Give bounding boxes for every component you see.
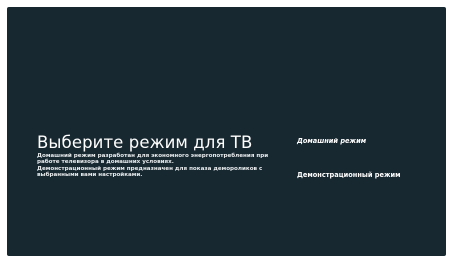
tv-setup-screen: Выберите режим для ТВ Домашний режим раз… (7, 7, 446, 256)
mode-menu: Домашний режим Демонстрационный режим (297, 7, 437, 256)
menu-item-home-mode[interactable]: Домашний режим (297, 137, 366, 145)
mode-description: Домашний режим разработан для экономного… (37, 153, 272, 179)
demo-mode-description: Демонстрационный режим предназначен для … (37, 165, 263, 179)
menu-item-demo-mode[interactable]: Демонстрационный режим (297, 171, 401, 179)
page-title: Выберите режим для ТВ (37, 133, 253, 152)
home-mode-description: Домашний режим разработан для экономного… (37, 153, 269, 166)
